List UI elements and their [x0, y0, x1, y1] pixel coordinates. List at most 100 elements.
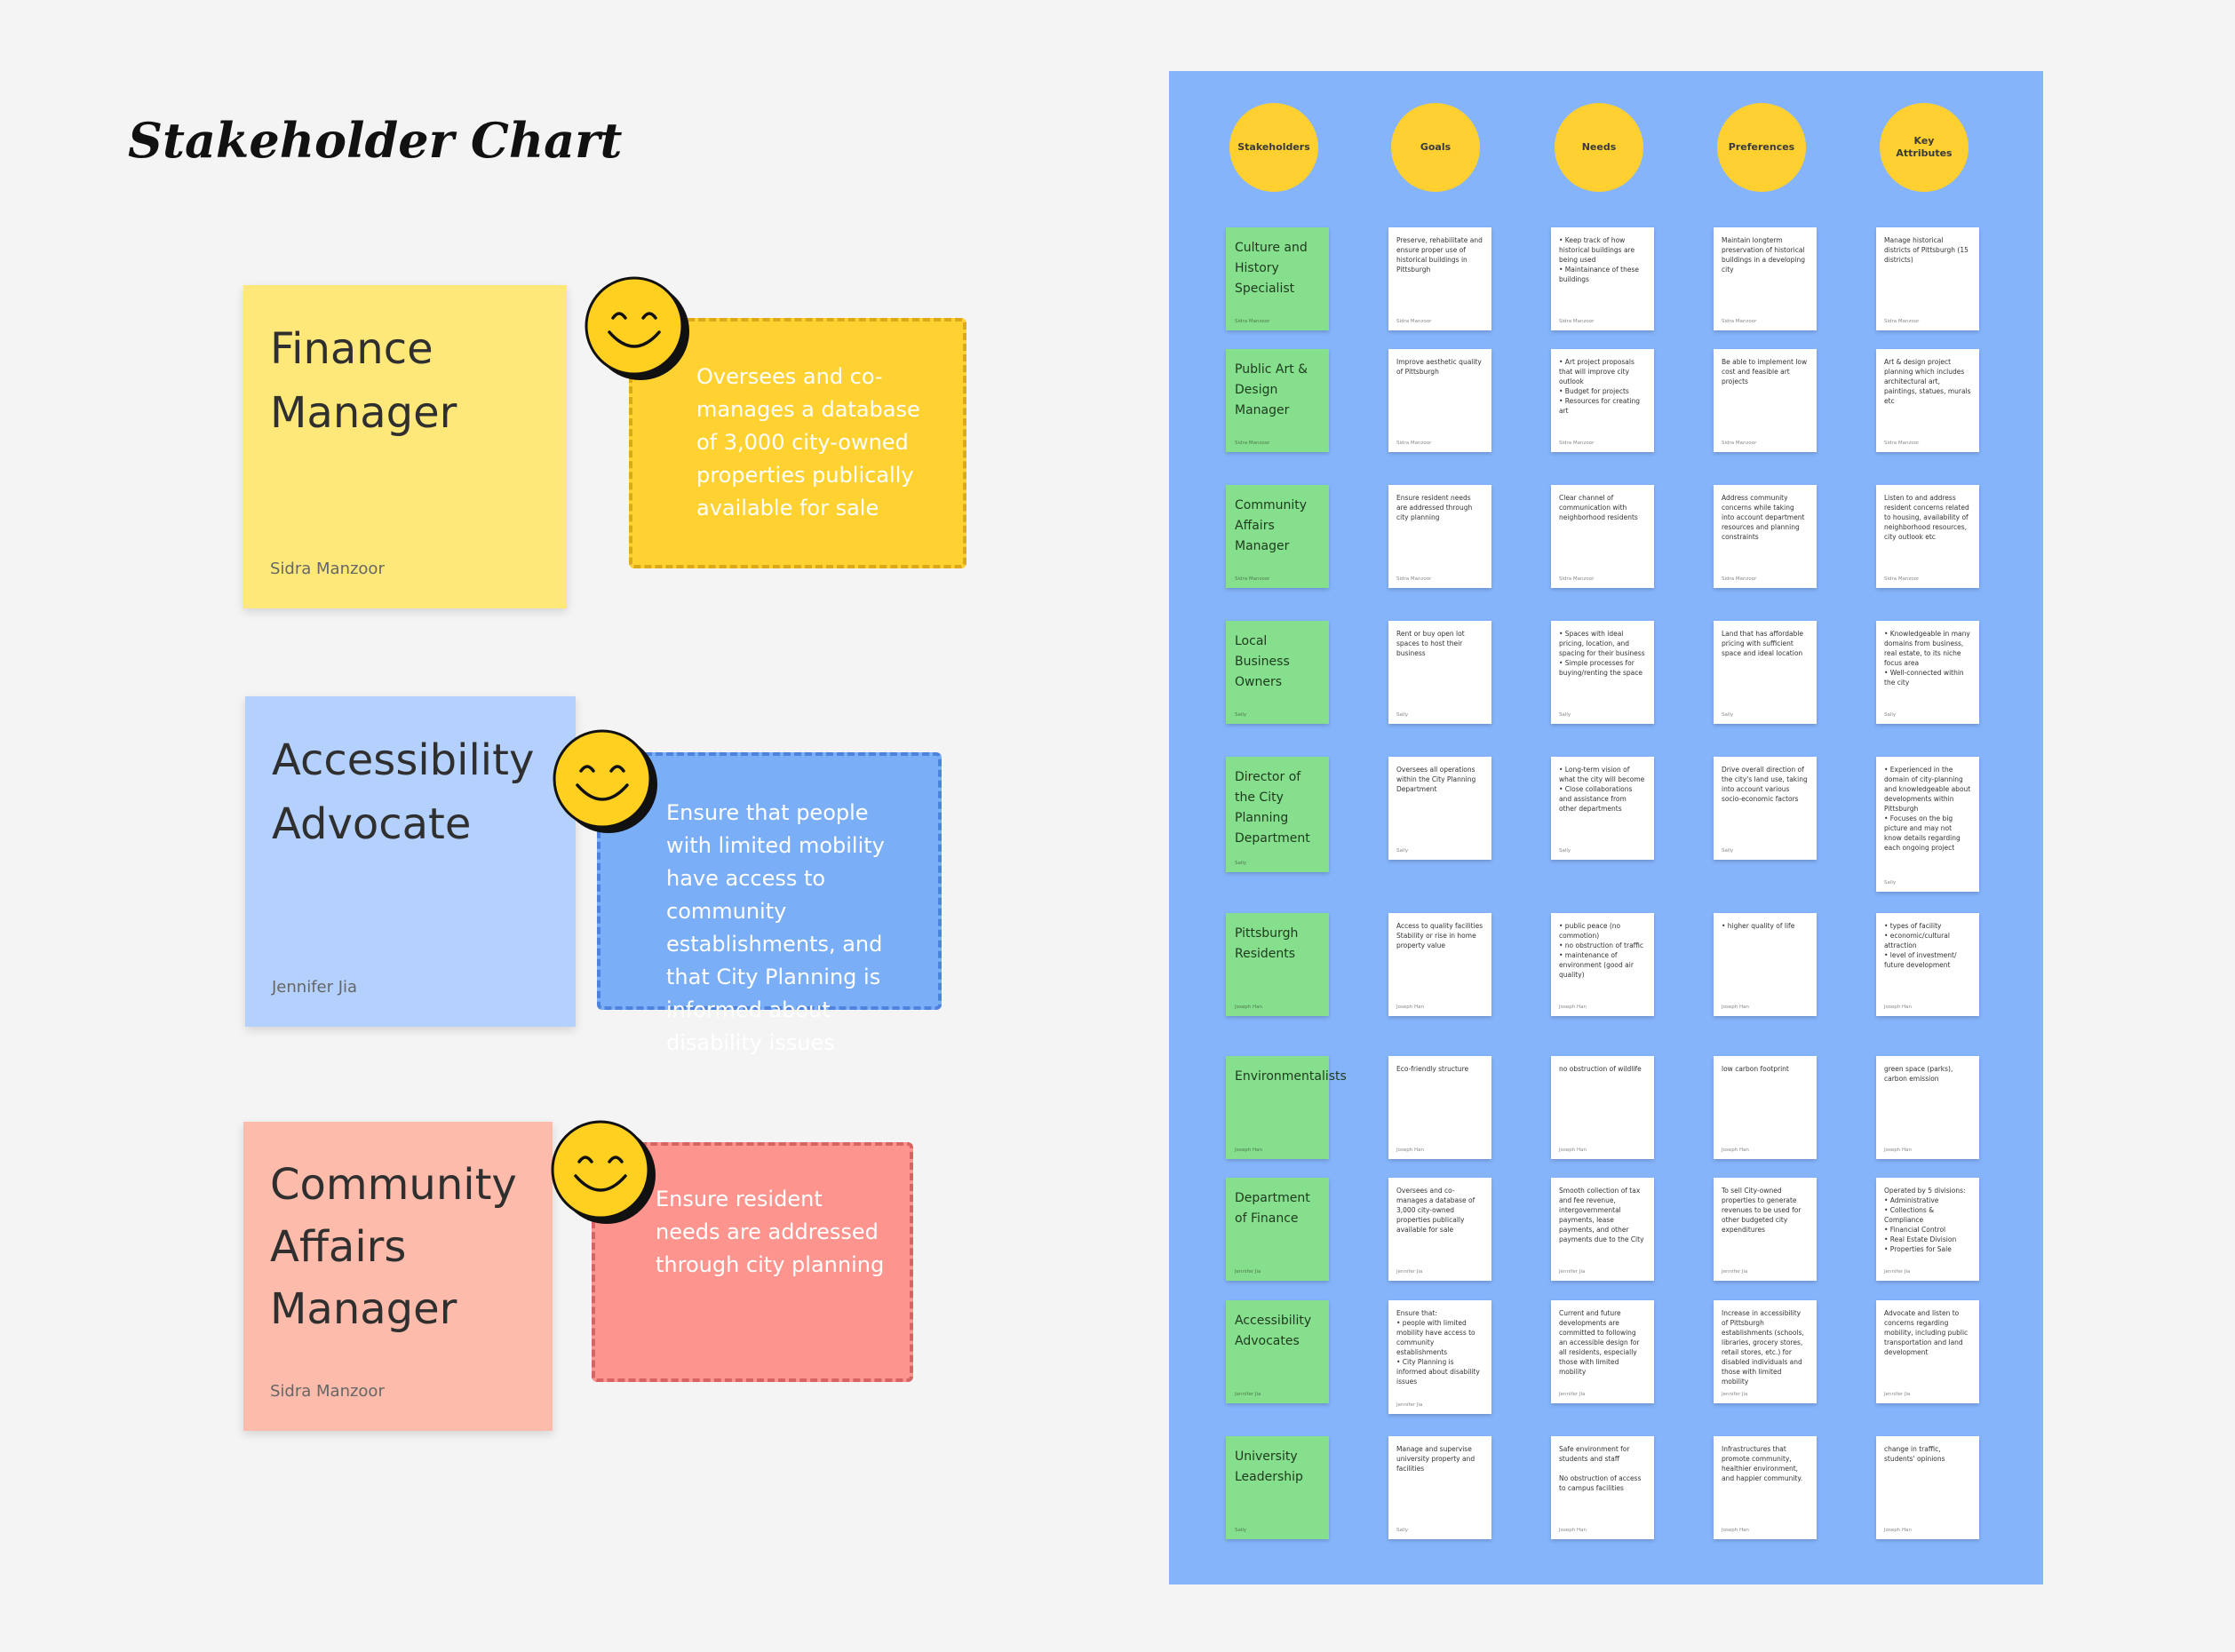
stakeholder-name: Pittsburgh Residents [1235, 926, 1299, 961]
card-text: Eco-friendly structure [1396, 1065, 1469, 1073]
sticky-role: Accessibility Advocate [272, 735, 535, 849]
card-text: Oversees and co-manages a database of 3,… [1396, 1187, 1475, 1234]
card-author: Jennifer Jia [1559, 1269, 1586, 1275]
smiley-icon [585, 276, 689, 380]
detail-card[interactable]: Be able to implement low cost and feasib… [1714, 349, 1817, 452]
stakeholder-name: Environmentalists [1235, 1069, 1347, 1084]
card-text: Address community concerns while taking … [1722, 494, 1805, 541]
stakeholder-card[interactable]: Department of Finance Jennifer Jia [1226, 1178, 1329, 1281]
card-author: Sally [1559, 712, 1571, 718]
detail-card[interactable]: • public peace (no commotion) • no obstr… [1551, 913, 1654, 1016]
stakeholder-card[interactable]: Environmentalists Joseph Han [1226, 1056, 1347, 1159]
stakeholder-card[interactable]: Local Business Owners Sally [1226, 621, 1329, 724]
detail-card[interactable]: Access to quality facilities Stability o… [1388, 913, 1491, 1016]
detail-card[interactable]: Advocate and listen to concerns regardin… [1876, 1300, 1979, 1403]
card-author: Jennifer Jia [1884, 1392, 1911, 1397]
card-author: Joseph Han [1722, 1148, 1749, 1153]
card-author: Jennifer Jia [1396, 1402, 1423, 1408]
detail-card[interactable]: Eco-friendly structure Joseph Han [1388, 1056, 1491, 1159]
sticky-accessibility-advocate[interactable]: Accessibility Advocate Jennifer Jia [245, 696, 576, 1027]
card-text: Drive overall direction of the city's la… [1722, 766, 1808, 803]
stakeholder-name: Community Affairs Manager [1235, 498, 1308, 553]
card-author: Sally [1722, 848, 1734, 854]
column-header: Key Attributes [1880, 103, 1969, 192]
card-author: Sally [1235, 861, 1247, 866]
detail-card[interactable]: • Keep track of how historical buildings… [1551, 227, 1654, 330]
card-text: Listen to and address resident concerns … [1884, 494, 1969, 541]
detail-card[interactable]: Increase in accessibility of Pittsburgh … [1714, 1300, 1817, 1403]
card-text: Maintain longterm preservation of histor… [1722, 236, 1805, 274]
sticky-author: Sidra Manzoor [270, 1382, 385, 1401]
sticky-role: Finance Manager [270, 324, 457, 438]
stakeholder-board: Stakeholders Goals Needs Preferences Key Att… [1169, 71, 2043, 1584]
card-text: Ensure resident needs are addressed thro… [1396, 494, 1473, 521]
card-text: Infrastructures that promote community, … [1722, 1445, 1803, 1482]
stakeholder-name: Accessibility Advocates [1235, 1314, 1312, 1348]
card-text: Art & design project planning which incl… [1884, 358, 1971, 405]
card-author: Jennifer Jia [1235, 1269, 1261, 1275]
detail-card[interactable]: Operated by 5 divisions: • Administrativ… [1876, 1178, 1979, 1281]
detail-card[interactable]: • Art project proposals that will improv… [1551, 349, 1654, 452]
detail-card[interactable]: Rent or buy open lot spaces to host thei… [1388, 621, 1491, 724]
detail-card[interactable]: Improve aesthetic quality of Pittsburgh S… [1388, 349, 1491, 452]
detail-card[interactable]: • higher quality of life Joseph Han [1714, 913, 1817, 1016]
detail-card[interactable]: Safe environment for students and staff … [1551, 1436, 1654, 1539]
detail-card[interactable]: • Spaces with ideal pricing, location, a… [1551, 621, 1654, 724]
detail-card[interactable]: Address community concerns while taking … [1714, 485, 1817, 588]
detail-card[interactable]: Manage and supervise university property… [1388, 1436, 1491, 1539]
detail-card[interactable]: Manage historical districts of Pittsburg… [1876, 227, 1979, 330]
card-text: Ensure that: • people with limited mobil… [1396, 1309, 1480, 1386]
detail-card[interactable]: Maintain longterm preservation of histor… [1714, 227, 1817, 330]
stakeholder-card[interactable]: Public Art & Design Manager Sidra Manzoor [1226, 349, 1329, 452]
card-author: Sidra Manzoor [1884, 319, 1920, 324]
card-author: Sally [1722, 712, 1734, 718]
detail-card[interactable]: Ensure resident needs are addressed thro… [1388, 485, 1491, 588]
stakeholder-card[interactable]: Pittsburgh Residents Joseph Han [1226, 913, 1329, 1016]
stakeholder-card[interactable]: Culture and History Specialist Sidra Manz… [1226, 227, 1329, 330]
detail-card[interactable]: no obstruction of wildlife Joseph Han [1551, 1056, 1654, 1159]
sticky-community-affairs-manager[interactable]: Community Affairs Manager Sidra Manzoor [243, 1122, 553, 1431]
detail-card[interactable]: • types of facility • economic/cultural … [1876, 913, 1979, 1016]
note-text: Oversees and co-manages a database of 3,… [696, 364, 920, 520]
card-text: Land that has affordable pricing with su… [1722, 630, 1804, 657]
detail-card[interactable]: Art & design project planning which incl… [1876, 349, 1979, 452]
detail-card[interactable]: Listen to and address resident concerns … [1876, 485, 1979, 588]
card-author: Sally [1396, 1528, 1409, 1533]
stakeholder-card[interactable]: Community Affairs Manager Sidra Manzoor [1226, 485, 1329, 588]
stakeholder-name: Culture and History Specialist [1235, 241, 1308, 296]
stakeholder-name: Director of the City Planning Department [1235, 770, 1310, 846]
card-author: Joseph Han [1559, 1148, 1587, 1153]
detail-card[interactable]: Drive overall direction of the city's la… [1714, 757, 1817, 860]
card-text: Advocate and listen to concerns regardin… [1884, 1309, 1969, 1356]
card-text: Manage and supervise university property… [1396, 1445, 1475, 1473]
card-author: Joseph Han [1559, 1005, 1587, 1010]
card-text: green space (parks), carbon emission [1884, 1065, 1953, 1083]
sticky-finance-manager[interactable]: Finance Manager Sidra Manzoor [243, 285, 567, 608]
detail-card[interactable]: Smooth collection of tax and fee revenue… [1551, 1178, 1654, 1281]
detail-card[interactable]: Preserve, rehabilitate and ensure proper… [1388, 227, 1491, 330]
sticky-author: Jennifer Jia [272, 978, 358, 997]
detail-card[interactable]: To sell City-owned properties to generat… [1714, 1178, 1817, 1281]
column-header: Preferences [1717, 103, 1806, 192]
stakeholder-card[interactable]: Accessibility Advocates Jennifer Jia [1226, 1300, 1329, 1403]
stakeholder-card[interactable]: Director of the City Planning Department… [1226, 757, 1329, 872]
detail-card[interactable]: low carbon footprint Joseph Han [1714, 1056, 1817, 1159]
card-text: • public peace (no commotion) • no obstr… [1559, 922, 1644, 979]
stakeholder-card[interactable]: University Leadership Sally [1226, 1436, 1329, 1539]
detail-card[interactable]: green space (parks), carbon emission Jose… [1876, 1056, 1979, 1159]
detail-card[interactable]: Ensure that: • people with limited mobil… [1388, 1300, 1491, 1414]
column-header: Goals [1391, 103, 1480, 192]
card-author: Sally [1884, 880, 1897, 886]
detail-card[interactable]: Oversees all operations within the City … [1388, 757, 1491, 860]
sticky-role: Community Affairs Manager [270, 1160, 517, 1334]
detail-card[interactable]: change in traffic, students' opinions Jos… [1876, 1436, 1979, 1539]
detail-card[interactable]: Infrastructures that promote community, … [1714, 1436, 1817, 1539]
card-text: no obstruction of wildlife [1559, 1065, 1642, 1073]
detail-card[interactable]: • Experienced in the domain of city-plan… [1876, 757, 1979, 892]
detail-card[interactable]: • Long-term vision of what the city will… [1551, 757, 1654, 860]
detail-card[interactable]: Oversees and co-manages a database of 3,… [1388, 1178, 1491, 1281]
detail-card[interactable]: Current and future developments are comm… [1551, 1300, 1654, 1403]
detail-card[interactable]: Clear channel of communication with neig… [1551, 485, 1654, 588]
detail-card[interactable]: Land that has affordable pricing with su… [1714, 621, 1817, 724]
detail-card[interactable]: • Knowledgeable in many domains from bus… [1876, 621, 1979, 724]
